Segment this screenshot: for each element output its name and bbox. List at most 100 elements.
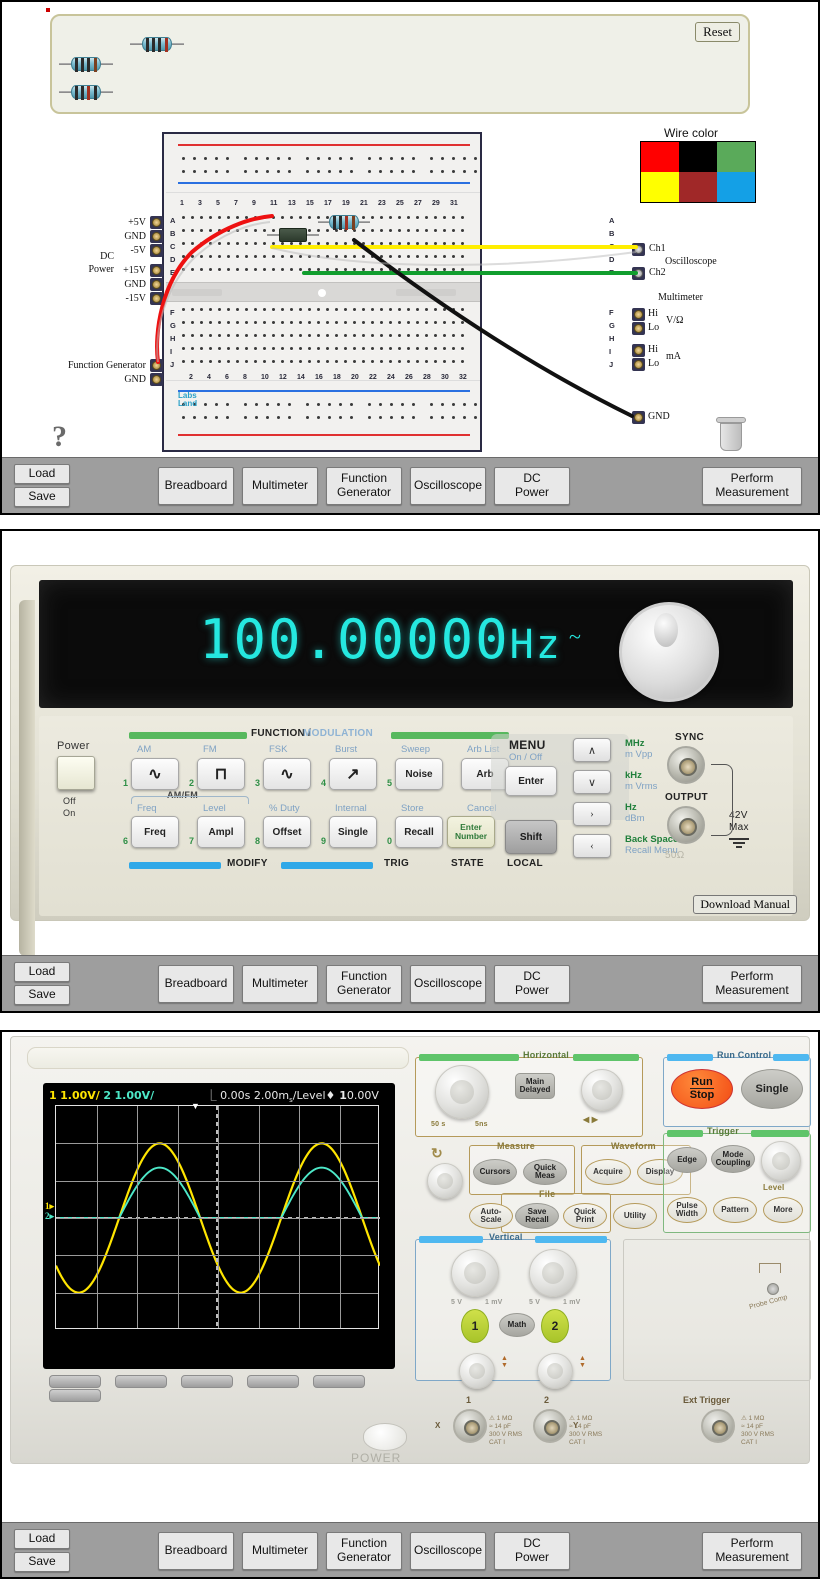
breadboard-rail-hole[interactable] bbox=[226, 402, 229, 406]
breadboard-hole[interactable] bbox=[227, 321, 230, 324]
breadboard-hole[interactable] bbox=[200, 321, 203, 324]
breadboard-hole[interactable] bbox=[371, 216, 374, 219]
wire-color-swatch-4[interactable] bbox=[679, 172, 717, 202]
breadboard-rail-hole[interactable] bbox=[328, 402, 331, 406]
breadboard-hole[interactable] bbox=[182, 360, 185, 363]
breadboard-hole[interactable] bbox=[245, 216, 248, 219]
breadboard-hole[interactable] bbox=[407, 216, 410, 219]
instrument-button-oscilloscope[interactable]: Oscilloscope bbox=[410, 964, 486, 1003]
horizontal-scale-knob[interactable] bbox=[435, 1065, 489, 1119]
pattern-button[interactable]: Pattern bbox=[713, 1197, 757, 1223]
breadboard-hole[interactable] bbox=[191, 308, 194, 311]
breadboard-hole[interactable] bbox=[182, 229, 185, 232]
scope-softkey-back[interactable] bbox=[49, 1389, 101, 1402]
breadboard-rail-hole[interactable] bbox=[401, 415, 404, 419]
horizontal-position-knob[interactable] bbox=[581, 1069, 623, 1111]
breadboard-hole[interactable] bbox=[182, 321, 185, 324]
breadboard-hole[interactable] bbox=[191, 268, 194, 271]
breadboard-rail-hole[interactable] bbox=[412, 169, 415, 173]
wire-color-swatch-1[interactable] bbox=[679, 142, 717, 172]
fgen-shift-button[interactable]: Shift bbox=[505, 820, 557, 854]
save-button[interactable]: Save bbox=[14, 487, 70, 507]
breadboard-hole[interactable] bbox=[380, 308, 383, 311]
run-stop-button[interactable]: Run Stop bbox=[671, 1069, 733, 1109]
ch2-position-knob[interactable] bbox=[537, 1353, 573, 1389]
breadboard-hole[interactable] bbox=[389, 347, 392, 350]
breadboard-hole[interactable] bbox=[218, 360, 221, 363]
breadboard-hole[interactable] bbox=[272, 347, 275, 350]
breadboard-hole[interactable] bbox=[281, 255, 284, 258]
breadboard-hole[interactable] bbox=[227, 268, 230, 271]
breadboard-hole[interactable] bbox=[218, 321, 221, 324]
ch2-scale-knob[interactable] bbox=[529, 1249, 577, 1297]
breadboard-hole[interactable] bbox=[263, 321, 266, 324]
fgen-dot-key[interactable]: . bbox=[419, 826, 422, 838]
math-button[interactable]: Math bbox=[499, 1313, 535, 1337]
instrument-button-oscilloscope[interactable]: Oscilloscope bbox=[410, 466, 486, 505]
breadboard-hole[interactable] bbox=[218, 334, 221, 337]
breadboard-hole[interactable] bbox=[290, 308, 293, 311]
breadboard-hole[interactable] bbox=[227, 216, 230, 219]
breadboard-rail-hole[interactable] bbox=[328, 156, 331, 160]
breadboard-hole[interactable] bbox=[398, 347, 401, 350]
breadboard-rail-hole[interactable] bbox=[317, 169, 320, 173]
breadboard-hole[interactable] bbox=[344, 360, 347, 363]
breadboard-hole[interactable] bbox=[254, 321, 257, 324]
breadboard-hole[interactable] bbox=[362, 321, 365, 324]
breadboard-hole[interactable] bbox=[254, 216, 257, 219]
breadboard-hole[interactable] bbox=[263, 216, 266, 219]
breadboard-hole[interactable] bbox=[362, 308, 365, 311]
breadboard-rail-hole[interactable] bbox=[368, 402, 371, 406]
breadboard-rail-hole[interactable] bbox=[463, 402, 466, 406]
breadboard-rail-hole[interactable] bbox=[390, 169, 393, 173]
breadboard-rail-hole[interactable] bbox=[474, 415, 477, 419]
breadboard-rail-hole[interactable] bbox=[368, 156, 371, 160]
breadboard-hole[interactable] bbox=[317, 360, 320, 363]
breadboard-rail-hole[interactable] bbox=[255, 402, 258, 406]
download-manual-button[interactable]: Download Manual bbox=[693, 895, 797, 914]
mm-ma-lo-jack[interactable] bbox=[632, 358, 645, 371]
breadboard-hole[interactable] bbox=[389, 360, 392, 363]
breadboard-hole[interactable] bbox=[236, 308, 239, 311]
breadboard-hole[interactable] bbox=[389, 255, 392, 258]
breadboard-hole[interactable] bbox=[461, 216, 464, 219]
breadboard-hole[interactable] bbox=[434, 229, 437, 232]
breadboard-rail-hole[interactable] bbox=[452, 415, 455, 419]
save-button[interactable]: Save bbox=[14, 985, 70, 1005]
breadboard-hole[interactable] bbox=[461, 308, 464, 311]
mm-ma-hi-jack[interactable] bbox=[632, 344, 645, 357]
breadboard-rail-hole[interactable] bbox=[339, 169, 342, 173]
breadboard-hole[interactable] bbox=[425, 255, 428, 258]
fgen-jack[interactable] bbox=[150, 359, 163, 372]
breadboard-rail-hole[interactable] bbox=[474, 156, 477, 160]
breadboard-hole[interactable] bbox=[335, 334, 338, 337]
breadboard-hole[interactable] bbox=[344, 255, 347, 258]
breadboard-hole[interactable] bbox=[371, 334, 374, 337]
breadboard-hole[interactable] bbox=[335, 360, 338, 363]
fgen-function-button-2[interactable]: ∿ bbox=[263, 758, 311, 790]
instrument-button-function-generator[interactable]: Function Generator bbox=[326, 964, 402, 1003]
breadboard-hole[interactable] bbox=[182, 216, 185, 219]
breadboard-rail-hole[interactable] bbox=[288, 402, 291, 406]
breadboard-hole[interactable] bbox=[308, 321, 311, 324]
pulse-width-button[interactable]: Pulse Width bbox=[667, 1197, 707, 1223]
breadboard-hole[interactable] bbox=[209, 308, 212, 311]
breadboard-hole[interactable] bbox=[191, 334, 194, 337]
breadboard-hole[interactable] bbox=[245, 334, 248, 337]
instrument-button-oscilloscope[interactable]: Oscilloscope bbox=[410, 1531, 486, 1570]
breadboard-hole[interactable] bbox=[425, 321, 428, 324]
fgen-arrow-button-1[interactable]: ∨ bbox=[573, 770, 611, 794]
breadboard-hole[interactable] bbox=[389, 216, 392, 219]
breadboard-rail-hole[interactable] bbox=[244, 156, 247, 160]
breadboard-rail-hole[interactable] bbox=[452, 169, 455, 173]
trash-icon[interactable] bbox=[716, 417, 746, 451]
mm-vohm-hi-jack[interactable] bbox=[632, 308, 645, 321]
component-tray[interactable]: Reset bbox=[50, 14, 750, 114]
breadboard-hole[interactable] bbox=[299, 308, 302, 311]
breadboard-rail-hole[interactable] bbox=[193, 156, 196, 160]
breadboard-rail-hole[interactable] bbox=[463, 415, 466, 419]
probe-comp-terminal[interactable] bbox=[767, 1283, 779, 1295]
instrument-button-dc-power[interactable]: DC Power bbox=[494, 1531, 570, 1570]
breadboard-hole[interactable] bbox=[461, 255, 464, 258]
breadboard-hole[interactable] bbox=[290, 255, 293, 258]
